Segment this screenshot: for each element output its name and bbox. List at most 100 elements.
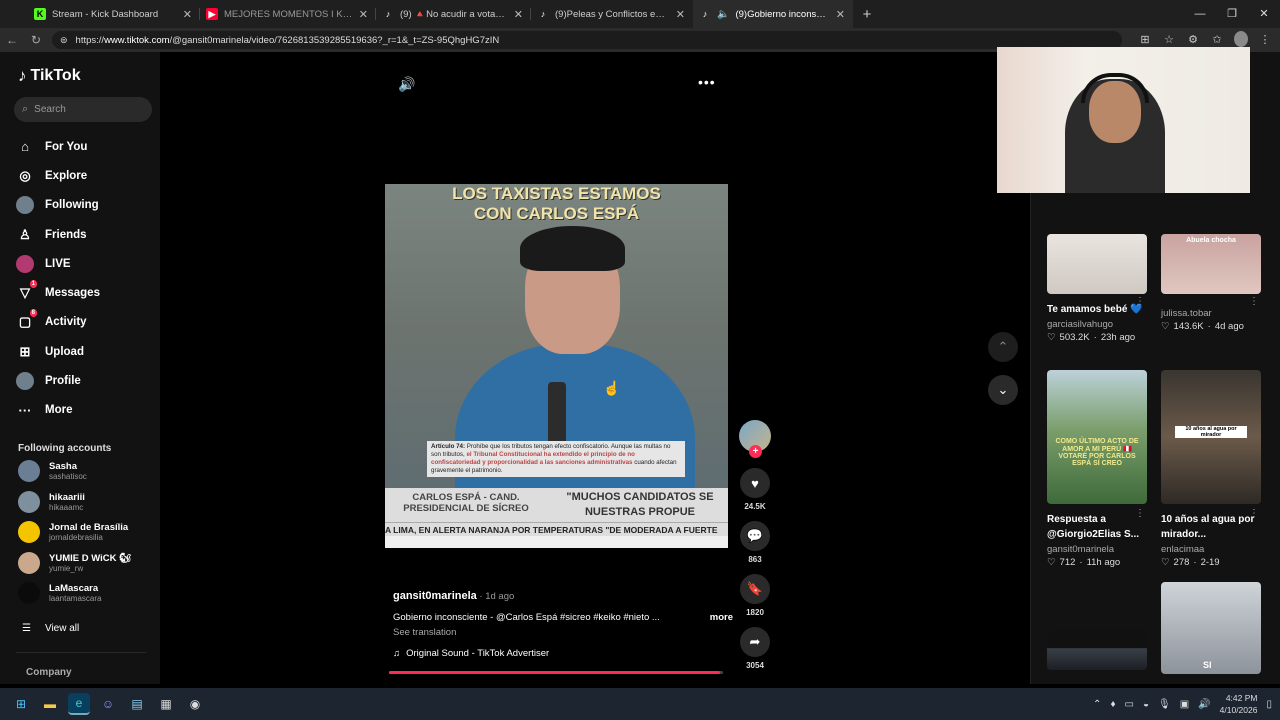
share-icon[interactable]: ➦ [740,627,770,657]
clock[interactable]: 4:42 PM 4/10/2026 [1220,692,1258,716]
extensions-icon[interactable]: ⚙ [1186,33,1200,46]
video-thumbnail[interactable]: 10 años al agua por mirador [1161,370,1261,504]
sidebar-item-following[interactable]: Following [16,191,100,220]
favorite-star-icon[interactable]: ☆ [1162,33,1176,46]
tab-gobierno-inconsciente[interactable]: ♪ 🔈 (9)Gobierno inconsciente - @ ✕ [693,0,853,28]
video-thumbnail[interactable] [1047,630,1147,670]
close-icon[interactable]: ✕ [676,8,685,21]
kebab-menu-icon[interactable]: ⋮ [1135,508,1145,519]
related-video-card[interactable]: 10 años al agua por mirador 10 años al ag… [1161,370,1265,568]
video-thumbnail[interactable]: Abuela chocha [1161,234,1261,294]
more-button[interactable]: more [710,612,733,623]
obs-icon[interactable]: ◉ [184,693,206,715]
video-thumbnail[interactable] [1047,234,1147,294]
notepad-icon[interactable]: ▤ [126,693,148,715]
comment-icon[interactable]: 💬 [740,521,770,551]
new-tab-button[interactable]: + [853,6,881,23]
sidebar-item-friends[interactable]: ♙ Friends [16,220,100,249]
related-user[interactable]: julissa.tobar [1161,308,1265,319]
related-video-card[interactable] [1047,582,1151,670]
related-video-card[interactable]: Te amamos bebé 💙 garciasilvahugo ⋮ ♡ 503.2K ·… [1047,234,1151,343]
view-all-button[interactable]: ☰ View all [22,623,79,634]
sidebar-item-upload[interactable]: ⊞ Upload [16,337,100,366]
minimize-button[interactable]: — [1184,0,1216,28]
tab-mejores-momentos[interactable]: ▶ MEJORES MOMENTOS I KICK PER ✕ [200,0,376,28]
tab-peleas[interactable]: ♪ (9)Peleas y Conflictos en el Stream ✕ [531,0,693,28]
profile-avatar[interactable] [1234,31,1248,47]
network-icon[interactable]: ▣ [1180,699,1189,710]
author-name[interactable]: gansit0marinela [393,590,477,602]
volume-tray-icon[interactable]: 🔊 [1198,699,1210,710]
close-icon[interactable]: ✕ [514,8,523,21]
kebab-menu-icon[interactable]: ⋮ [1135,296,1145,307]
sidebar-item-profile[interactable]: Profile [16,366,100,395]
maximize-button[interactable]: ❐ [1216,0,1248,28]
tab-actions-icon[interactable]: ⊞ [1138,33,1152,46]
following-account[interactable]: Sasha sashatisoc [18,460,87,482]
following-account[interactable]: YUMIE D WiCK 🐿 yumie_rw [18,551,131,574]
account-handle: laantamascara [49,594,102,603]
sidebar-item-activity[interactable]: ▢ 8 Activity [16,308,100,337]
tiktok-logo[interactable]: ♪ TikTok [18,66,81,86]
tab-no-acudir[interactable]: ♪ (9) 🔺No acudir a votar puede ge ✕ [376,0,531,28]
favorites-icon[interactable]: ✩ [1210,33,1224,46]
following-account[interactable]: Jornal de Brasília jornaldebrasilia [18,521,128,543]
speaker-icon: 🔈 [717,8,730,20]
calculator-icon[interactable]: ▦ [155,693,177,715]
next-video-button[interactable]: ⌄ [988,375,1018,405]
related-user[interactable]: garciasilvahugo [1047,319,1151,330]
video-thumbnail[interactable]: SI [1161,582,1261,674]
video-thumbnail[interactable]: COMO ÚLTIMO ACTO DE AMOR A MI PERÚ 🇵🇪 VO… [1047,370,1147,504]
search-input[interactable]: ⌕ Search [14,97,152,122]
related-user[interactable]: gansit0marinela [1047,544,1151,555]
close-icon[interactable]: ✕ [359,8,368,21]
close-icon[interactable]: ✕ [836,8,845,21]
following-account[interactable]: hikaariii hikaaamc [18,490,85,513]
menu-icon[interactable]: ⋮ [1258,33,1272,46]
related-video-card[interactable]: SI [1161,582,1265,674]
heart-outline-icon: ♡ [1161,557,1170,568]
discord-icon[interactable]: ☺ [97,693,119,715]
sidebar: ♪ TikTok ⌕ Search ⌂ For You ◎ Explore Follow… [0,52,160,684]
video-progress-bar[interactable] [389,671,723,674]
sidebar-item-for-you[interactable]: ⌂ For You [16,132,100,161]
kebab-menu-icon[interactable]: ⋮ [1249,296,1259,307]
related-user[interactable]: enlacimaa [1161,544,1265,555]
chevron-up-icon[interactable]: ⌃ [1093,699,1101,710]
related-video-card[interactable]: COMO ÚLTIMO ACTO DE AMOR A MI PERÚ 🇵🇪 VO… [1047,370,1151,568]
sound-link[interactable]: ♫ Original Sound - TikTok Advertiser [393,648,733,659]
site-info-icon[interactable]: ⊜ [60,35,68,46]
back-icon[interactable]: ← [0,33,24,47]
wifi-icon[interactable]: ◒ [1143,699,1149,710]
url-field[interactable]: ⊜ https://www.tiktok.com/@gansit0marinel… [52,31,1122,49]
edge-browser-icon[interactable]: e [68,693,90,715]
sidebar-item-explore[interactable]: ◎ Explore [16,161,100,190]
volume-icon[interactable]: 🔊 [398,76,415,93]
more-options-icon[interactable]: ••• [698,74,716,90]
company-link[interactable]: Company [26,667,72,678]
sidebar-item-more[interactable]: ··· More [16,396,100,425]
bookmark-icon[interactable]: 🔖 [740,574,770,604]
close-window-button[interactable]: ✕ [1248,0,1280,28]
microphone-icon[interactable]: 🎙 [1158,699,1171,710]
like-heart-icon[interactable]: ♥ [740,468,770,498]
tab-kick-dashboard[interactable]: K Stream - Kick Dashboard ✕ [0,0,200,28]
follow-plus-icon[interactable]: + [749,445,762,458]
sidebar-item-messages[interactable]: ▽ 1 Messages [16,278,100,307]
see-translation-link[interactable]: See translation [393,627,733,638]
notifications-icon[interactable]: ▯ [1266,699,1272,710]
file-explorer-icon[interactable]: ▬ [39,693,61,715]
reload-icon[interactable]: ↻ [24,33,48,47]
following-account[interactable]: LaMascara laantamascara [18,582,101,604]
sidebar-item-live[interactable]: LIVE [16,249,100,278]
close-icon[interactable]: ✕ [183,8,192,21]
windows-start-icon[interactable]: ⊞ [10,693,32,715]
previous-video-button[interactable]: ⌃ [988,332,1018,362]
video-player[interactable]: LOS TAXISTAS ESTAMOS CON CARLOS ESPÁ Art… [385,184,728,548]
creator-avatar[interactable]: + [739,420,771,458]
tray-app-icon[interactable]: ♦ [1110,699,1115,710]
tab-label: (9) 🔺No acudir a votar puede ge [400,8,508,20]
battery-icon[interactable]: ▭ [1125,699,1134,710]
kebab-menu-icon[interactable]: ⋮ [1249,508,1259,519]
related-video-card[interactable]: Abuela chocha julissa.tobar ⋮ ♡ 143.6K · 4d ag… [1161,234,1265,332]
